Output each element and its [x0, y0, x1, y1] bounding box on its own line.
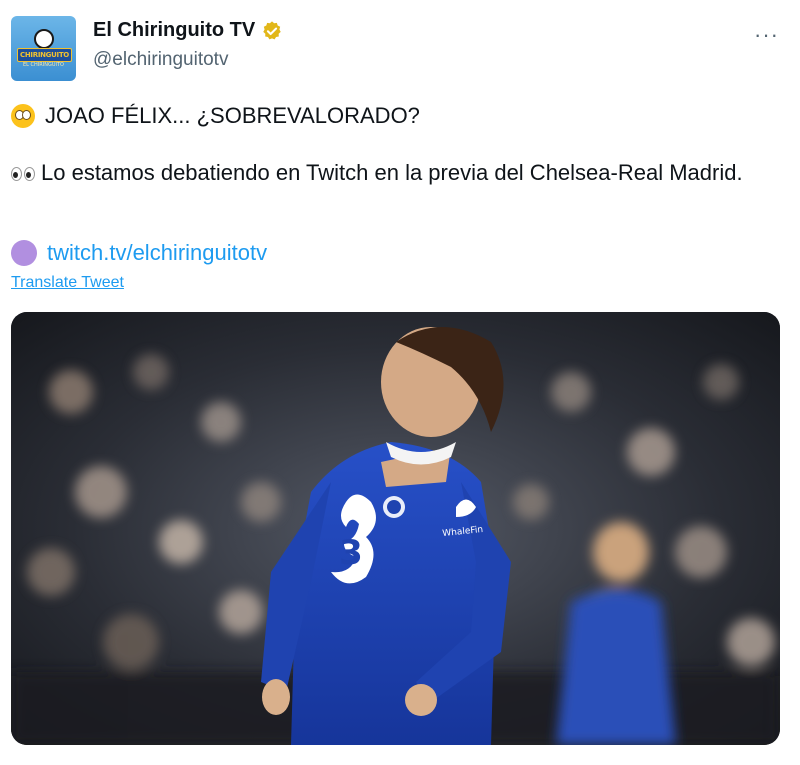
- tweet-text-line2: Lo estamos debatiendo en Twitch en la pr…: [11, 159, 771, 187]
- tweet-media-photo[interactable]: 3 WhaleFin: [11, 312, 780, 745]
- tweet-text-body: Lo estamos debatiendo en Twitch en la pr…: [41, 160, 743, 185]
- twitch-link-row: twitch.tv/elchiringuitotv: [11, 240, 267, 266]
- display-name[interactable]: El Chiringuito TV: [93, 19, 255, 42]
- photo-canvas: 3 WhaleFin: [11, 312, 780, 745]
- eyes-icon: [11, 164, 41, 184]
- author-name-row: El Chiringuito TV: [93, 19, 283, 42]
- flushed-face-icon: [11, 104, 35, 128]
- avatar[interactable]: CHIRINGUITO EL CHIRINGUITO: [11, 16, 76, 81]
- tweet-text-headline: JOAO FÉLIX... ¿SOBREVALORADO?: [45, 103, 420, 128]
- purple-circle-icon: [11, 240, 37, 266]
- football-icon: [34, 29, 54, 49]
- avatar-logo-subtext: EL CHIRINGUITO: [23, 62, 64, 68]
- more-options-button[interactable]: ···: [754, 22, 779, 48]
- verified-badge-icon: [263, 20, 281, 39]
- shirt-sponsor-number: 3: [339, 533, 363, 573]
- handle[interactable]: @elchiringuitotv: [93, 49, 228, 71]
- translate-tweet-link[interactable]: Translate Tweet: [11, 274, 124, 292]
- tweet-text-line1: JOAO FÉLIX... ¿SOBREVALORADO?: [11, 103, 420, 129]
- avatar-logo-text: CHIRINGUITO: [17, 48, 72, 62]
- twitch-link[interactable]: twitch.tv/elchiringuitotv: [47, 240, 267, 266]
